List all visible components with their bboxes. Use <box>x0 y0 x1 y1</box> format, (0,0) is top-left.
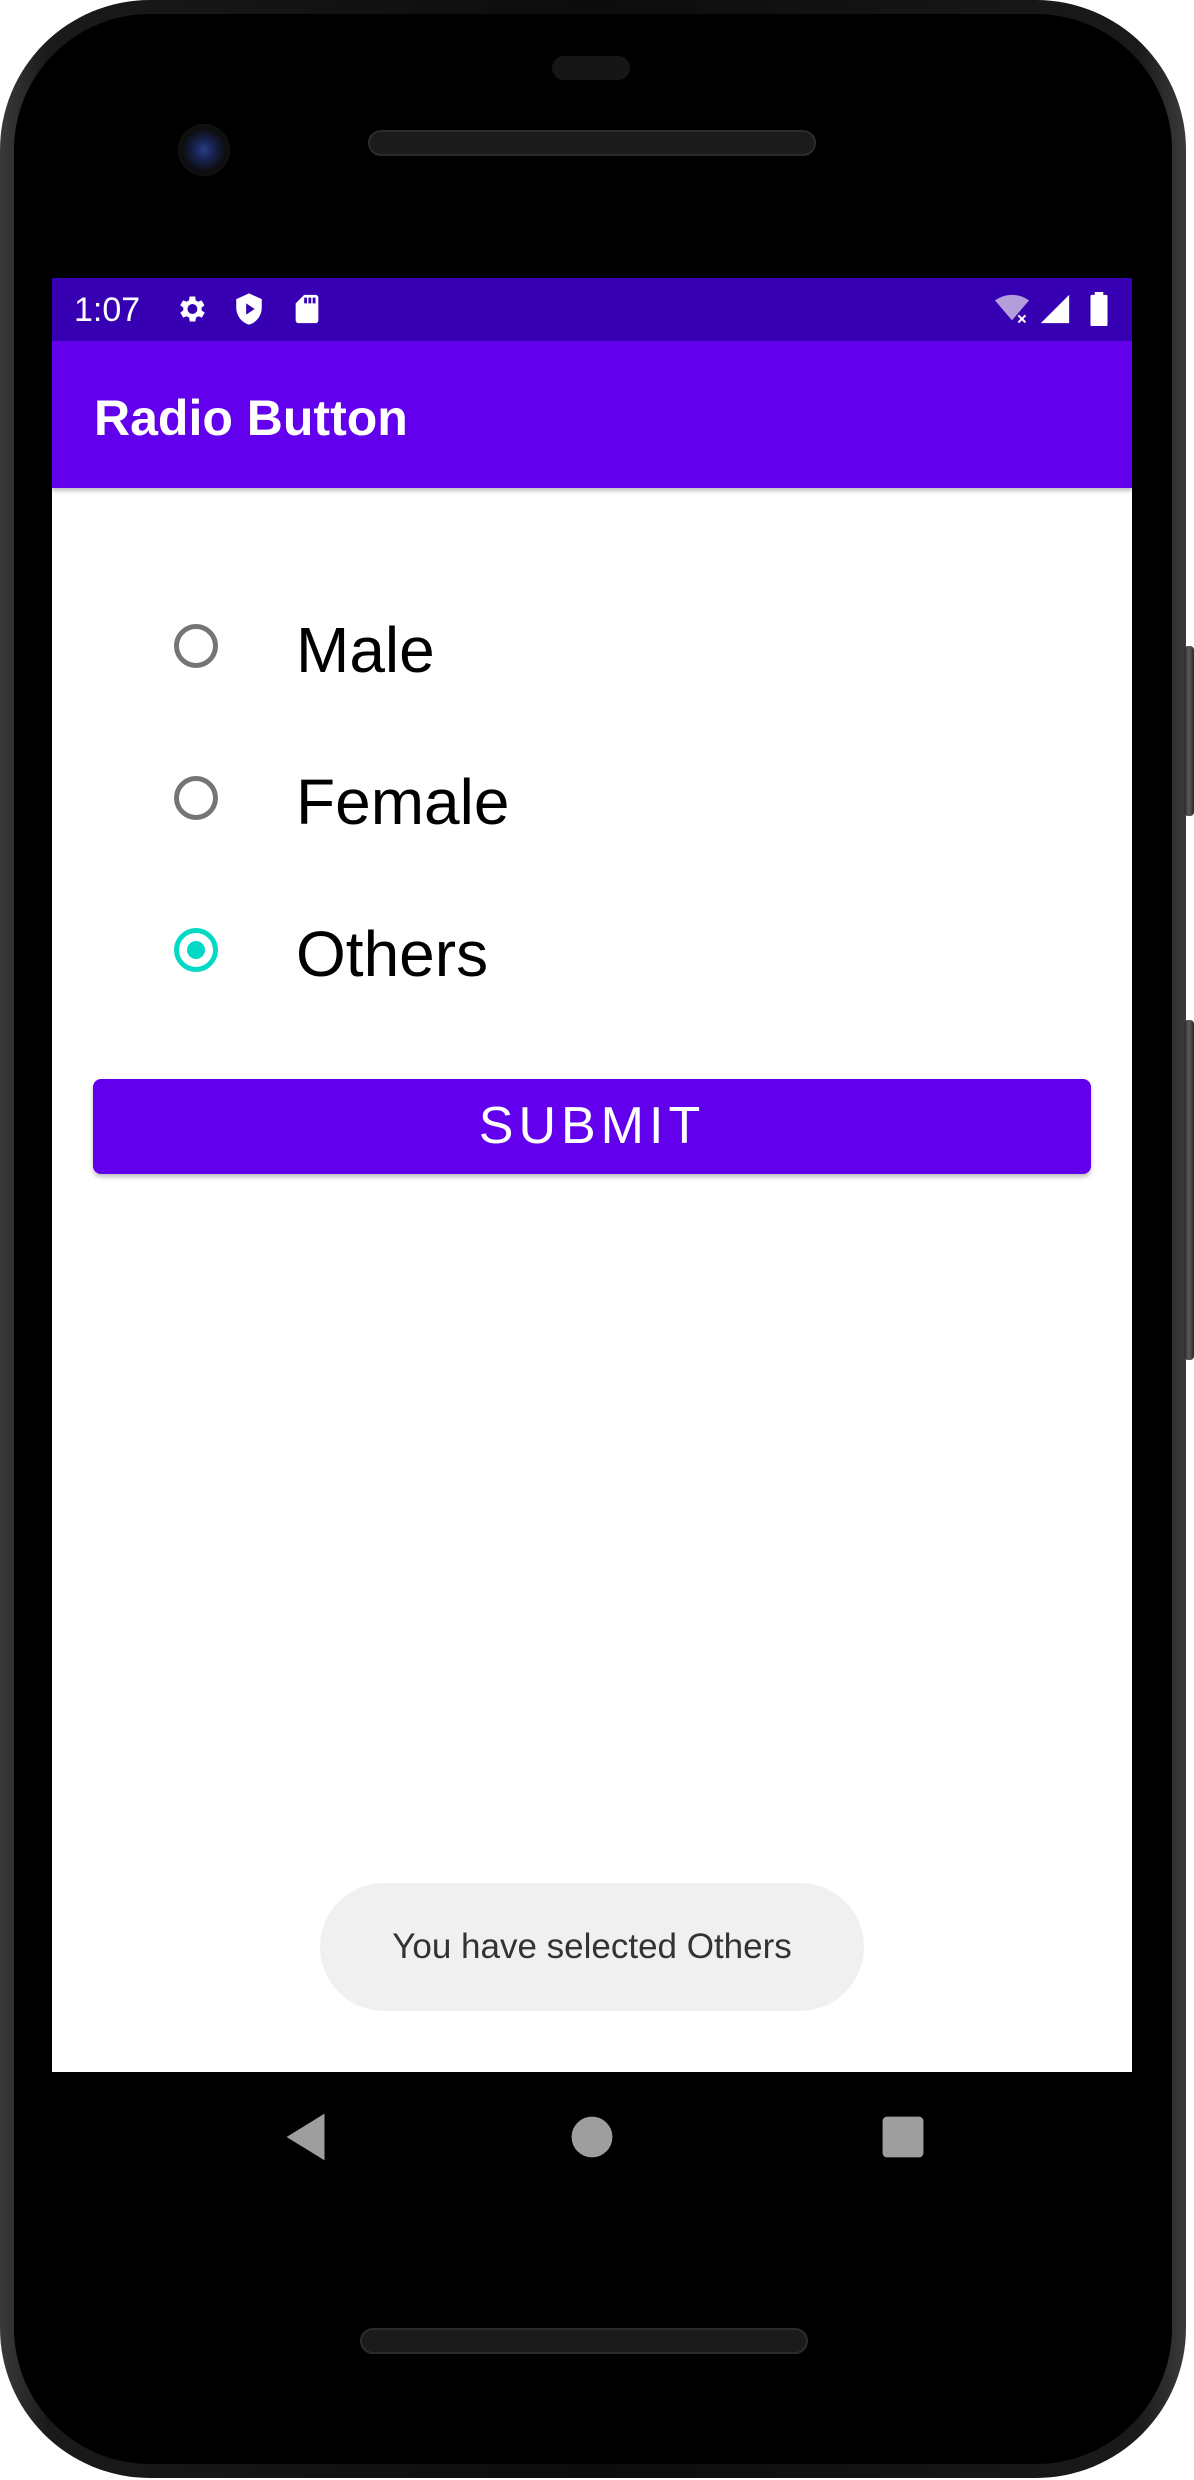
top-speaker-grille <box>368 130 816 156</box>
submit-button[interactable]: SUBMIT <box>93 1079 1091 1174</box>
phone-device: 1:07 Radio Button Male Female Others SUB… <box>0 0 1194 2480</box>
battery-icon <box>1090 292 1108 326</box>
radio-button-others[interactable] <box>174 928 218 972</box>
front-camera <box>178 124 230 176</box>
gear-icon <box>180 296 205 322</box>
radio-button-female[interactable] <box>174 776 218 820</box>
status-time: 1:07 <box>74 291 141 329</box>
volume-button <box>1184 1020 1194 1360</box>
home-icon[interactable] <box>557 2102 627 2172</box>
radio-option-female[interactable]: Female <box>52 752 752 852</box>
toast-message: You have selected Others <box>320 1883 864 2011</box>
back-icon[interactable] <box>272 2102 342 2172</box>
screen: 1:07 Radio Button Male Female Others SUB… <box>52 278 1132 2072</box>
radio-label-female[interactable]: Female <box>296 766 509 838</box>
navigation-bar <box>52 2072 1132 2204</box>
radio-checked-dot <box>187 941 205 959</box>
radio-label-others[interactable]: Others <box>296 918 488 990</box>
status-bar: 1:07 <box>52 278 1132 341</box>
power-button <box>1184 646 1194 816</box>
shield-play-icon <box>236 293 262 325</box>
wifi-off-icon <box>995 294 1029 324</box>
radio-option-others[interactable]: Others <box>52 904 752 1004</box>
earpiece <box>552 56 630 80</box>
recents-icon[interactable] <box>868 2102 938 2172</box>
radio-button-male[interactable] <box>174 624 218 668</box>
app-title: Radio Button <box>94 390 408 446</box>
radio-option-male[interactable]: Male <box>52 600 752 700</box>
radio-label-male[interactable]: Male <box>296 614 435 686</box>
bottom-speaker-grille <box>360 2328 808 2354</box>
app-bar: Radio Button <box>52 341 1132 488</box>
cell-signal-icon <box>1040 294 1070 324</box>
sd-card-icon <box>295 294 319 324</box>
